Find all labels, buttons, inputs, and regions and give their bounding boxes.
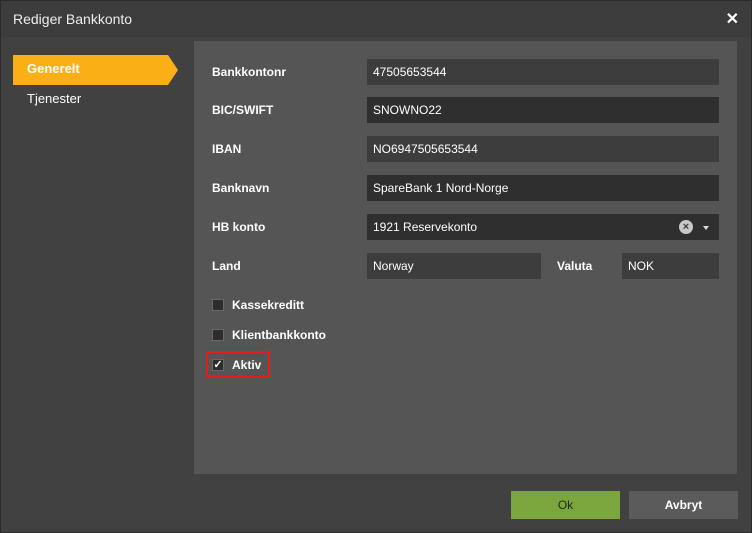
dialog-titlebar: Rediger Bankkonto ✕ — [1, 1, 751, 37]
close-icon[interactable]: ✕ — [726, 9, 739, 29]
kassekreditt-checkbox[interactable] — [212, 299, 224, 311]
account-number-label: Bankkontonr — [212, 65, 287, 79]
currency-field[interactable]: NOK — [622, 253, 719, 279]
nav-item-label: Generelt — [27, 61, 80, 76]
currency-label: Valuta — [557, 259, 593, 273]
chevron-down-icon[interactable] — [703, 226, 709, 230]
klientbankkonto-label: Klientbankkonto — [232, 328, 327, 342]
nav-item-tjenester[interactable]: Tjenester — [13, 85, 188, 115]
account-number-field[interactable]: 47505653544 — [367, 59, 719, 85]
iban-label: IBAN — [212, 142, 242, 156]
bic-field[interactable]: SNOWNO22 — [367, 97, 719, 123]
cancel-button[interactable]: Avbryt — [629, 491, 738, 519]
edit-bank-account-dialog: Rediger Bankkonto ✕ Generelt Tjenester B… — [0, 0, 752, 533]
klientbankkonto-checkbox[interactable] — [212, 329, 224, 341]
kassekreditt-label: Kassekreditt — [232, 298, 305, 312]
ok-button[interactable]: Ok — [511, 491, 620, 519]
clear-icon[interactable]: × — [679, 220, 693, 234]
dialog-title: Rediger Bankkonto — [13, 11, 133, 27]
iban-field[interactable]: NO6947505653544 — [367, 136, 719, 162]
country-field[interactable]: Norway — [367, 253, 541, 279]
hb-account-label: HB konto — [212, 220, 266, 234]
highlight-box — [206, 351, 270, 378]
bic-label: BIC/SWIFT — [212, 103, 274, 117]
nav-item-generelt[interactable]: Generelt — [13, 55, 178, 85]
bank-name-field[interactable]: SpareBank 1 Nord-Norge — [367, 175, 719, 201]
country-label: Land — [212, 259, 241, 273]
hb-account-value: 1921 Reservekonto — [373, 220, 478, 234]
nav-item-label: Tjenester — [27, 91, 82, 106]
hb-account-select[interactable]: 1921 Reservekonto — [367, 214, 719, 240]
sidebar-nav: Generelt Tjenester — [13, 55, 188, 115]
bank-name-label: Banknavn — [212, 181, 270, 195]
